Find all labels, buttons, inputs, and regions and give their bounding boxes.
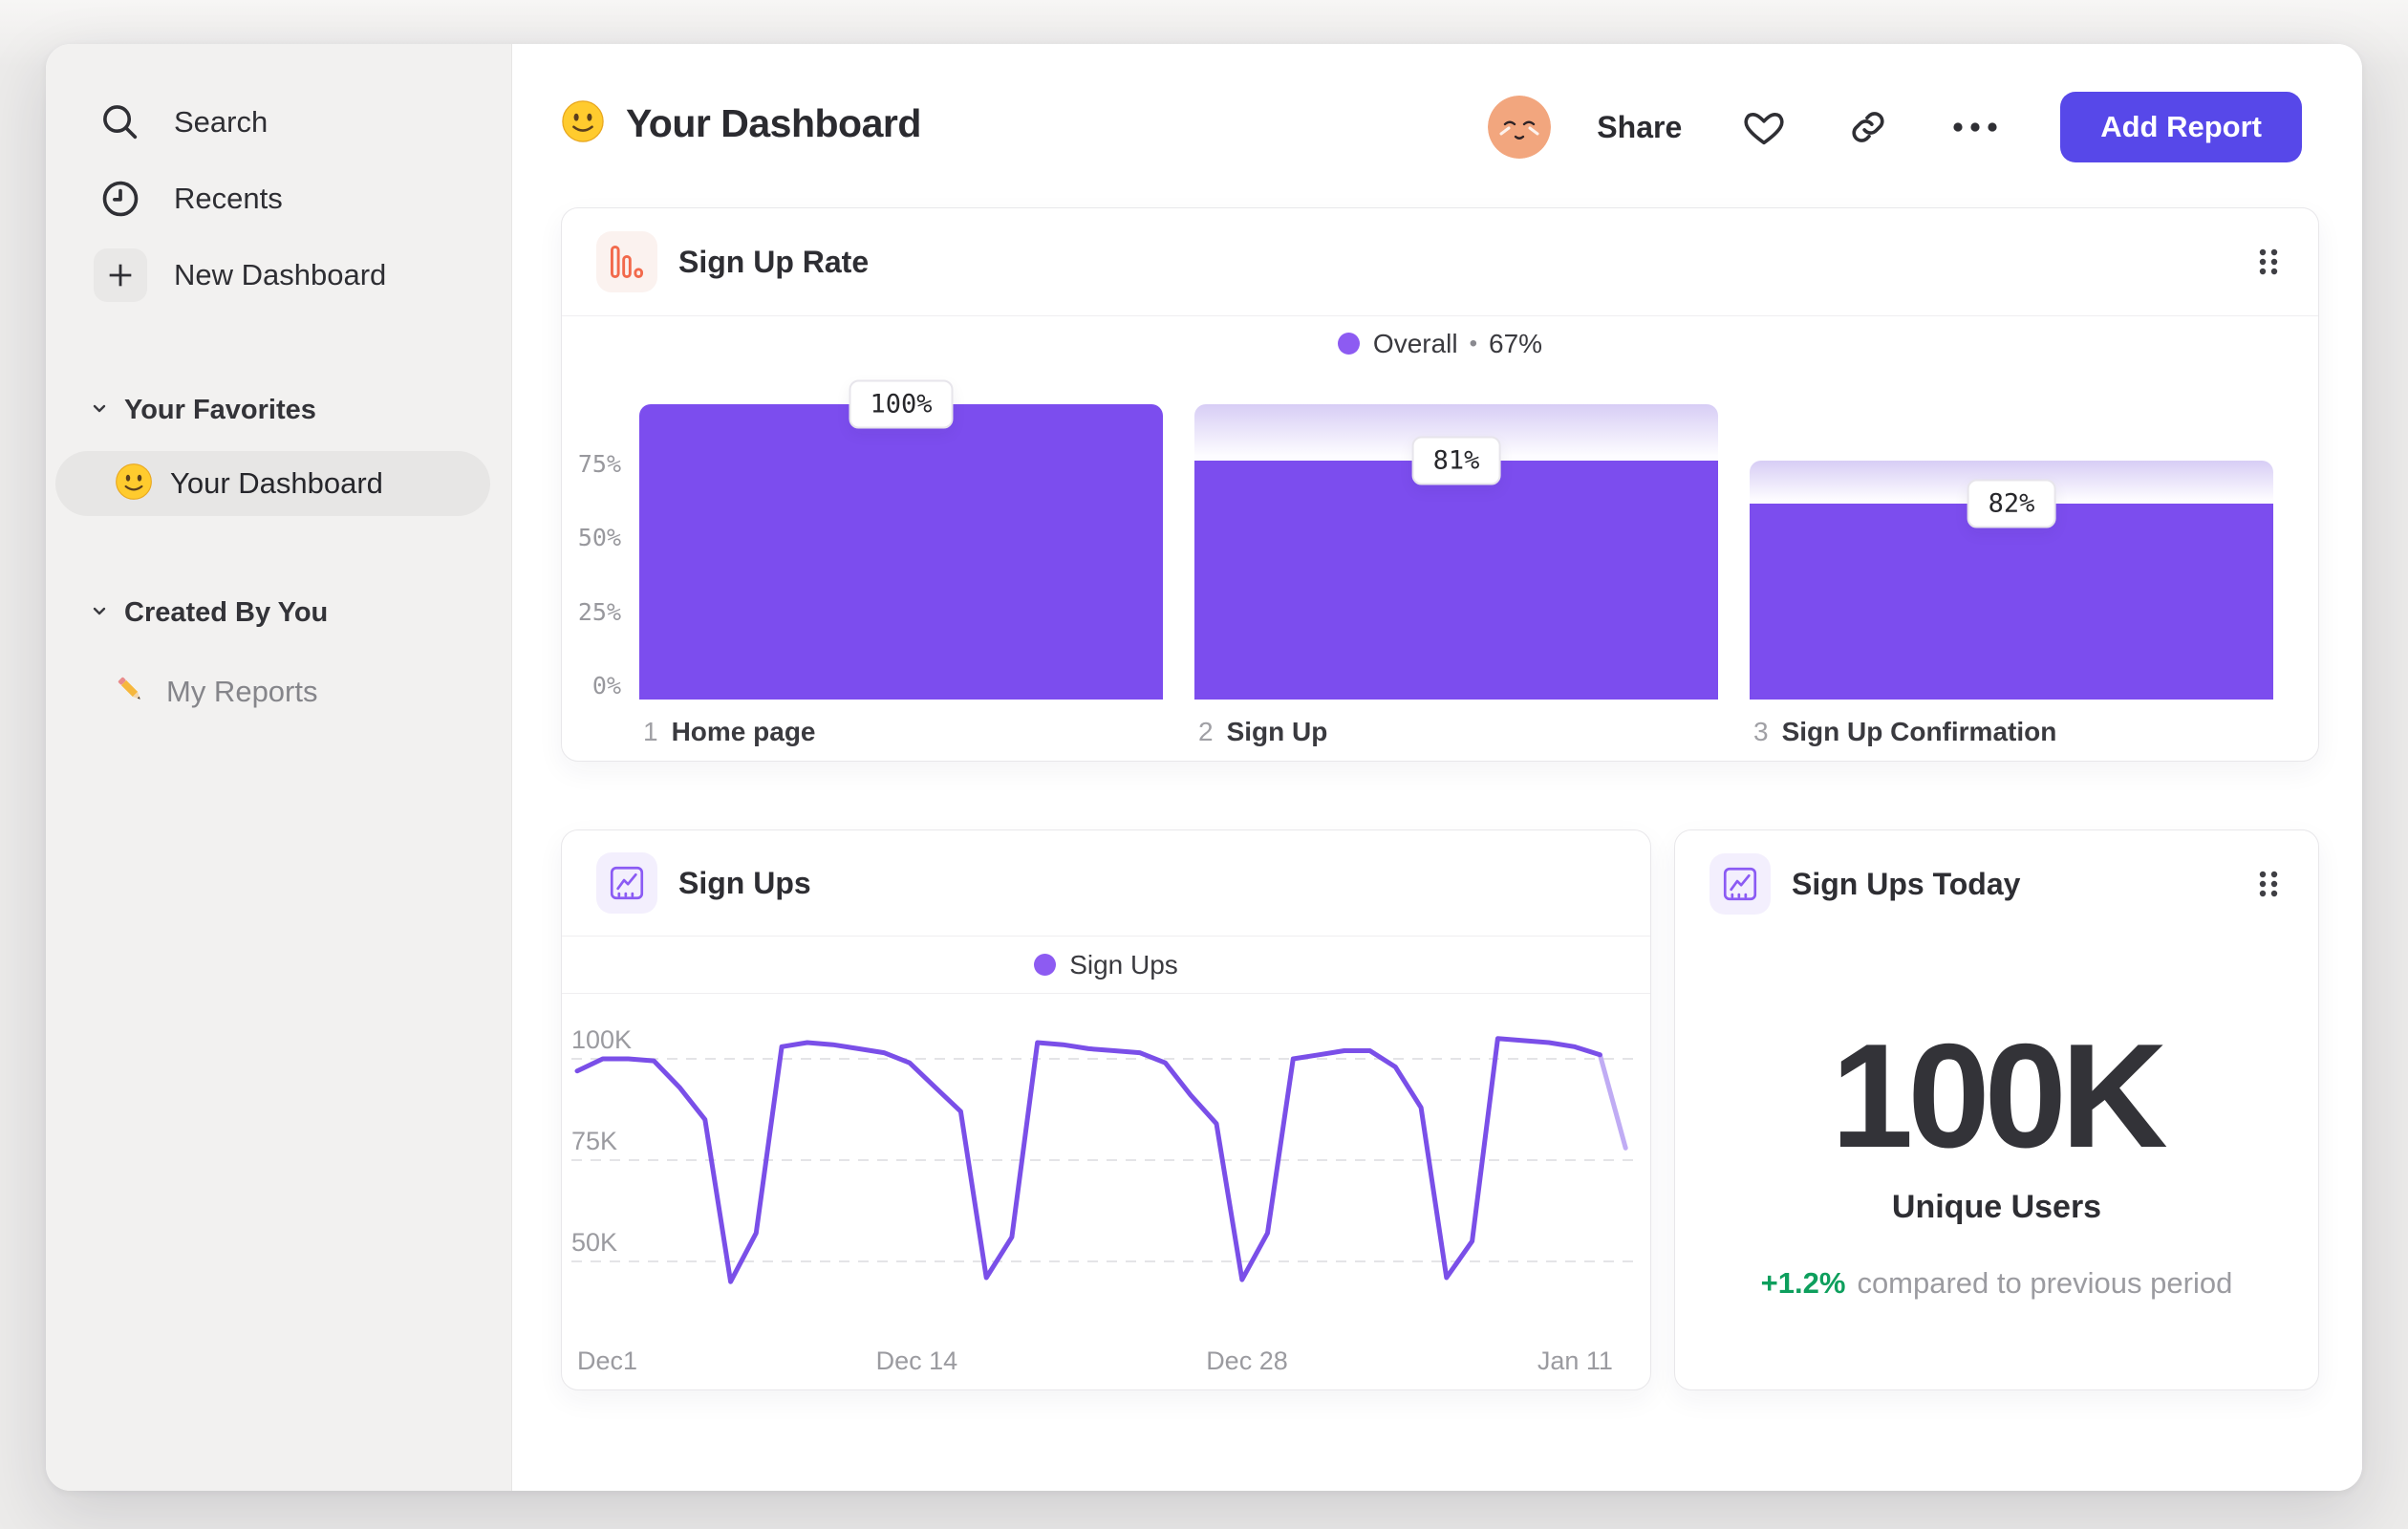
funnel-bar[interactable] — [1194, 460, 1718, 700]
clock-icon — [94, 172, 147, 226]
line-chart-icon — [1709, 853, 1771, 915]
line-x-tick: Dec 14 — [875, 1346, 958, 1375]
funnel-bar[interactable] — [1750, 503, 2273, 700]
funnel-plot: 100% 81% 82% — [639, 379, 2273, 700]
sidebar-item-label: Your Dashboard — [170, 466, 383, 500]
sidebar-item-recents[interactable]: Recents — [46, 161, 511, 237]
funnel-chart: 75% 50% 25% 0% 100% 81% 82% 1 Home page 2 Sign U… — [562, 371, 2318, 761]
funnel-step-number: 2 — [1198, 717, 1214, 746]
avatar[interactable] — [1488, 96, 1552, 159]
funnel-step-number: 3 — [1753, 717, 1769, 746]
card-header: Sign Ups Today — [1675, 830, 2318, 937]
line-legend: Sign Ups — [562, 937, 1650, 993]
app-window: Search Recents New Dashboard Your Favori… — [46, 44, 2362, 1491]
card-title: Sign Ups Today — [1792, 866, 2021, 901]
share-button[interactable]: Share — [1597, 110, 1682, 145]
legend-series-name: Overall — [1372, 328, 1458, 358]
funnel-x-axis: 1 Home page 2 Sign Up 3 Sign Up Confirmation — [639, 717, 2318, 751]
funnel-y-tick: 0% — [591, 671, 621, 700]
header-actions: Share Add Report — [1488, 86, 2302, 168]
card-title: Sign Ups — [678, 865, 811, 900]
line-series — [1597, 1052, 1628, 1151]
funnel-y-tick: 50% — [577, 524, 621, 552]
favorite-heart-icon[interactable] — [1741, 104, 1787, 150]
chevron-down-icon — [88, 397, 111, 424]
card-sign-up-rate: Sign Up Rate Overall • 67% 75% 50% 25% 0% 1… — [561, 207, 2319, 762]
card-header: Sign Ups — [562, 830, 1650, 936]
line-chart-icon — [596, 852, 657, 914]
sidebar-item-your-dashboard[interactable]: Your Dashboard — [55, 451, 490, 516]
search-icon — [94, 96, 147, 149]
chevron-down-icon — [88, 599, 111, 627]
funnel-legend: Overall • 67% — [562, 316, 2318, 371]
sidebar-section-favorites: Your Favorites Your Dashboard — [46, 384, 511, 516]
sidebar: Search Recents New Dashboard Your Favori… — [46, 44, 512, 1491]
funnel-y-tick: 75% — [577, 450, 621, 478]
funnel-step-label: 2 Sign Up — [1198, 717, 1327, 747]
card-sign-ups-today: Sign Ups Today 100K Unique Users +1.2% co… — [1674, 829, 2319, 1390]
card-header: Sign Up Rate — [562, 208, 2318, 315]
funnel-bar[interactable] — [639, 404, 1163, 700]
page-title: Your Dashboard — [626, 101, 921, 145]
funnel-value-label: 82% — [1967, 479, 2056, 528]
card-sign-ups: Sign Ups Sign Ups 100K 75K 50K Dec1 Dec 14 D… — [561, 829, 1651, 1390]
copy-link-icon[interactable] — [1846, 105, 1890, 149]
funnel-step-label: 1 Home page — [643, 717, 816, 747]
more-options-icon[interactable] — [1949, 118, 2001, 137]
funnel-value-label: 100% — [849, 379, 954, 429]
sidebar-item-label: New Dashboard — [174, 258, 387, 291]
section-header-label: Your Favorites — [124, 394, 316, 425]
kpi-label: Unique Users — [1891, 1189, 2102, 1225]
legend-series-name: Sign Ups — [1069, 949, 1178, 980]
page-title-wrap: Your Dashboard — [561, 99, 921, 148]
smiley-emoji-icon — [561, 99, 605, 148]
funnel-value-label: 81% — [1411, 436, 1501, 485]
kpi-delta-text: compared to previous period — [1857, 1266, 2233, 1300]
sidebar-item-label: My Reports — [166, 675, 318, 708]
legend-dot — [1034, 954, 1057, 976]
legend-value: 67% — [1489, 328, 1543, 358]
smiley-emoji-icon — [115, 463, 153, 506]
section-header-label: Created By You — [124, 596, 329, 628]
plus-icon — [94, 248, 147, 302]
pencil-emoji-icon — [113, 672, 149, 713]
sidebar-item-label: Recents — [174, 182, 283, 215]
funnel-chart-icon — [596, 231, 657, 292]
line-x-tick: Dec 28 — [1206, 1346, 1288, 1375]
kpi-value: 100K — [1831, 1013, 2168, 1178]
sidebar-item-search[interactable]: Search — [46, 84, 511, 161]
sidebar-nav: Search Recents New Dashboard — [46, 84, 511, 313]
kpi-delta: +1.2% — [1760, 1266, 1846, 1300]
main-content: Your Dashboard Share Add Report Sign Up … — [512, 44, 2362, 1491]
sidebar-item-label: Search — [174, 105, 269, 139]
add-report-button[interactable]: Add Report — [2060, 92, 2302, 162]
sidebar-item-new-dashboard[interactable]: New Dashboard — [46, 237, 511, 313]
line-x-tick: Jan 11 — [1537, 1346, 1613, 1375]
legend-dot — [1337, 333, 1360, 355]
section-header-created-by-you[interactable]: Created By You — [46, 587, 511, 638]
drag-handle-icon[interactable] — [2255, 245, 2282, 279]
legend-separator: • — [1469, 330, 1478, 356]
funnel-step-label: 3 Sign Up Confirmation — [1753, 717, 2056, 747]
sidebar-section-created: Created By You My Reports — [46, 587, 511, 722]
drag-handle-icon[interactable] — [2255, 867, 2282, 901]
section-header-your-favorites[interactable]: Your Favorites — [46, 384, 511, 436]
funnel-step-name: Home page — [671, 717, 816, 746]
funnel-y-tick: 25% — [577, 597, 621, 626]
kpi-delta-row: +1.2% compared to previous period — [1675, 1266, 2318, 1301]
sidebar-item-my-reports[interactable]: My Reports — [46, 661, 511, 722]
funnel-step-name: Sign Up — [1226, 717, 1328, 746]
funnel-step-name: Sign Up Confirmation — [1781, 717, 2057, 746]
line-x-axis: Dec1 Dec 14 Dec 28 Jan 11 — [562, 1346, 1650, 1379]
funnel-step-number: 1 — [643, 717, 658, 746]
line-chart — [571, 1036, 1637, 1284]
line-x-tick: Dec1 — [577, 1346, 638, 1375]
card-title: Sign Up Rate — [678, 244, 870, 279]
